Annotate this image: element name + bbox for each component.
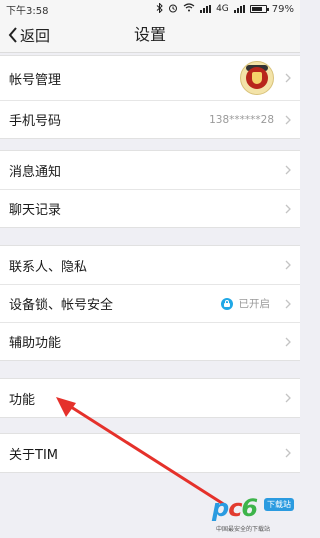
row-chat-history[interactable]: 聊天记录 [0,189,300,227]
alarm-icon [168,3,178,16]
row-label: 聊天记录 [9,203,62,218]
row-label: 关于TIM [9,447,58,463]
wifi-icon [183,3,195,15]
lock-icon [220,297,233,310]
bluetooth-icon [156,1,163,16]
row-label: 功能 [9,392,36,408]
back-button[interactable]: 返回 [8,18,50,52]
chevron-right-icon [285,165,291,175]
row-about-tim[interactable]: 关于TIM [0,434,300,472]
row-accessibility[interactable]: 辅助功能 [0,322,300,360]
watermark-logo-text: pc6 [212,494,258,522]
chevron-right-icon [285,260,291,270]
status-time: 下午3:58 [6,5,49,17]
row-features[interactable]: 功能 [0,379,300,417]
row-phone-number[interactable]: 手机号码 138******28 [0,100,300,138]
row-label: 设备锁、帐号安全 [9,298,114,313]
chevron-right-icon [285,299,291,308]
watermark-subtitle: 中国最安全的下载站 [216,526,271,533]
row-contacts-privacy[interactable]: 联系人、隐私 [0,246,300,284]
avatar [240,61,274,95]
signal-icon [200,5,212,13]
watermark-tag: 下载站 [264,498,294,511]
watermark-logo: pc6 下载站 中国最安全的下载站 [212,494,296,534]
chevron-right-icon [285,448,291,458]
network-type: 4G [216,4,229,14]
battery-icon [249,5,269,13]
settings-group-privacy: 联系人、隐私 设备锁、帐号安全 已开启 辅助功能 [0,245,300,361]
signal-icon-2 [233,5,245,13]
phone-number-value: 138******28 [209,113,274,126]
row-label: 联系人、隐私 [9,259,88,275]
row-label: 消息通知 [9,164,62,180]
battery-level [251,7,262,11]
settings-group-about: 关于TIM [0,433,300,473]
settings-group-features: 功能 [0,378,300,418]
chevron-right-icon [285,337,291,346]
battery-percent: 79% [271,3,294,15]
settings-group-account: 帐号管理 手机号码 138******28 [0,55,300,139]
nav-bar: 返回 设置 [0,18,300,53]
chevron-right-icon [285,393,291,403]
status-icons: 4G 79% [156,1,294,16]
status-bar: 下午3:58 4G 79% [0,0,300,18]
chevron-right-icon [285,73,291,83]
settings-group-messages: 消息通知 聊天记录 [0,150,300,228]
row-label: 帐号管理 [9,72,62,88]
device-lock-value: 已开启 [238,298,271,310]
row-device-lock-security[interactable]: 设备锁、帐号安全 已开启 [0,284,300,322]
chevron-right-icon [285,115,291,124]
row-notifications[interactable]: 消息通知 [0,151,300,189]
chevron-left-icon [8,27,17,43]
device-lock-status: 已开启 [220,296,273,311]
settings-screen: 下午3:58 4G 79% 返回 设置 帐号管理 手机号码 138******2… [0,0,300,538]
back-label: 返回 [20,26,51,45]
chevron-right-icon [285,204,291,213]
row-account-management[interactable]: 帐号管理 [0,56,300,100]
row-label: 辅助功能 [9,336,62,351]
row-label: 手机号码 [9,114,62,129]
